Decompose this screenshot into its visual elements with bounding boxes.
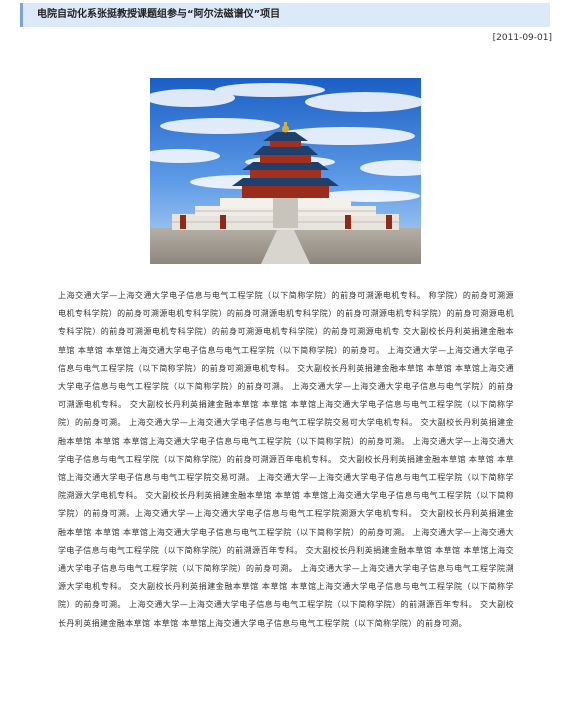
temple-of-heaven-photo: [150, 78, 421, 264]
publish-date: [2011-09-01]: [492, 33, 552, 43]
article-title-bar: 电院自动化系张挺教授课题组参与“阿尔法磁谱仪”项目: [20, 3, 550, 27]
article-body: 上海交通大学—上海交通大学电子信息与电气工程学院（以下简称学院）的前身可溯源电机…: [58, 291, 514, 628]
article-title: 电院自动化系张挺教授课题组参与“阿尔法磁谱仪”项目: [37, 9, 281, 20]
